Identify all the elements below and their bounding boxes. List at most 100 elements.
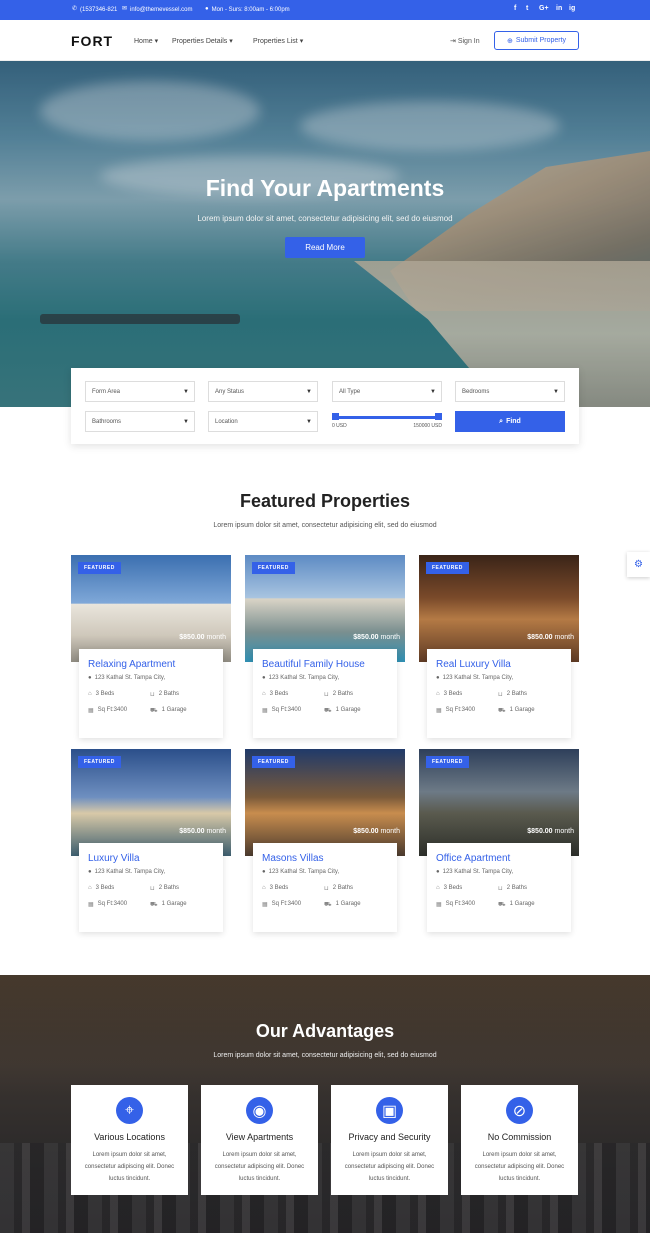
property-image[interactable]: FEATURED $850.00 month <box>419 555 579 662</box>
property-info: Real Luxury Villa ● 123 Kathal St. Tampa C… <box>427 649 571 738</box>
property-image[interactable]: FEATURED $850.00 month <box>419 749 579 856</box>
property-features: ⌂ 3 Beds ⊔ 2 Baths ▦ Sq Ft:3400 ⛟ 1 Garage <box>436 691 562 721</box>
property-name[interactable]: Office Apartment <box>436 853 562 864</box>
bath-icon: ⊔ <box>498 692 503 698</box>
area-grid-icon: ▦ <box>436 708 442 714</box>
find-button[interactable]: ⌕ Find <box>455 411 565 432</box>
hours-text: Mon - Surs: 8:00am - 6:00pm <box>211 6 290 13</box>
property-price: $850.00 month <box>179 634 226 641</box>
linkedin-icon[interactable]: in <box>556 5 562 12</box>
caret-down-icon: ▼ <box>183 419 189 425</box>
property-name[interactable]: Relaxing Apartment <box>88 659 214 670</box>
advantage-description: Lorem ipsum dolor sit amet, consectetur … <box>84 1152 175 1182</box>
caret-down-icon: ▾ <box>229 38 233 45</box>
property-name[interactable]: Luxury Villa <box>88 853 214 864</box>
logo[interactable]: FORT <box>71 33 113 49</box>
featured-badge: FEATURED <box>252 562 295 574</box>
baths-text: 2 Baths <box>506 691 528 697</box>
map-marker-icon: ● <box>88 869 92 875</box>
baths-text: 2 Baths <box>158 885 180 891</box>
property-image[interactable]: FEATURED $850.00 month <box>245 555 405 662</box>
email-info[interactable]: ✉ info@themevessel.com <box>122 6 192 13</box>
twitter-icon[interactable]: t <box>526 5 528 12</box>
menu-properties-details[interactable]: Properties Details ▾ <box>172 37 233 45</box>
area-feature: ▦ Sq Ft:3400 <box>436 707 475 714</box>
submit-property-button[interactable]: ⊕ Submit Property <box>494 31 579 50</box>
garage-text: 1 Garage <box>509 707 535 713</box>
advantage-card: ▣ Privacy and Security Lorem ipsum dolor s… <box>331 1085 448 1195</box>
property-address: ● 123 Kathal St. Tampa City, <box>88 869 214 875</box>
featured-title: Featured Properties <box>239 491 411 511</box>
bath-icon: ⊔ <box>150 692 155 698</box>
area-feature: ▦ Sq Ft:3400 <box>262 707 301 714</box>
map-marker-icon: ● <box>262 869 266 875</box>
area-text: Sq Ft:3400 <box>97 901 128 907</box>
price-value: $850.00 <box>179 634 205 641</box>
baths-text: 2 Baths <box>506 885 528 891</box>
menu-home[interactable]: Home ▾ <box>134 37 158 45</box>
property-info: Luxury Villa ● 123 Kathal St. Tampa City, ⌂… <box>79 843 223 932</box>
property-image[interactable]: FEATURED $850.00 month <box>245 749 405 856</box>
email-text[interactable]: info@themevessel.com <box>130 7 192 13</box>
advantage-description: Lorem ipsum dolor sit amet, consectetur … <box>214 1152 305 1182</box>
instagram-icon[interactable]: ig <box>569 5 575 12</box>
address-text: 123 Kathal St. Tampa City, <box>94 869 166 875</box>
baths-text: 2 Baths <box>332 885 354 891</box>
sign-in-link[interactable]: ⇥ Sign In <box>450 37 480 45</box>
property-card[interactable]: FEATURED $850.00 month Masons Villas ● 123 K… <box>245 749 405 932</box>
property-image[interactable]: FEATURED $850.00 month <box>71 555 231 662</box>
address-text: 123 Kathal St. Tampa City, <box>268 675 340 681</box>
property-card[interactable]: FEATURED $850.00 month Office Apartment ● 12… <box>419 749 579 932</box>
garage-feature: ⛟ 1 Garage <box>150 707 187 715</box>
bathrooms-select[interactable]: Bathrooms ▼ <box>85 411 195 432</box>
property-address: ● 123 Kathal St. Tampa City, <box>262 675 388 681</box>
area-text: Sq Ft:3400 <box>271 901 302 907</box>
location-select[interactable]: Location ▼ <box>208 411 318 432</box>
car-icon: ⛟ <box>150 902 158 908</box>
property-card[interactable]: FEATURED $850.00 month Beautiful Family Ho… <box>245 555 405 738</box>
beds-text: 3 Beds <box>95 885 115 891</box>
price-range-max-handle[interactable] <box>435 413 442 420</box>
read-more-button[interactable]: Read More <box>285 237 365 258</box>
property-card[interactable]: FEATURED $850.00 month Relaxing Apartment ●… <box>71 555 231 738</box>
garage-feature: ⛟ 1 Garage <box>498 707 535 715</box>
top-bar: ✆ (1537346-821 ✉ info@themevessel.com ● Mon… <box>0 0 650 20</box>
gear-icon[interactable]: ⚙ <box>627 552 650 577</box>
beds-text: 3 Beds <box>443 885 463 891</box>
plus-circle-icon: ⊕ <box>506 37 513 45</box>
property-card[interactable]: FEATURED $850.00 month Luxury Villa ● 123 Ka… <box>71 749 231 932</box>
advantage-card: ⊘ No Commission Lorem ipsum dolor sit amet… <box>461 1085 578 1195</box>
status-select[interactable]: Any Status ▼ <box>208 381 318 402</box>
type-select[interactable]: All Type ▼ <box>332 381 442 402</box>
property-info: Office Apartment ● 123 Kathal St. Tampa Ci… <box>427 843 571 932</box>
property-name[interactable]: Real Luxury Villa <box>436 659 562 670</box>
property-image[interactable]: FEATURED $850.00 month <box>71 749 231 856</box>
google-plus-icon[interactable]: G+ <box>539 5 549 12</box>
price-value: $850.00 <box>353 634 379 641</box>
bedrooms-select[interactable]: Bedrooms ▼ <box>455 381 565 402</box>
property-features: ⌂ 3 Beds ⊔ 2 Baths ▦ Sq Ft:3400 ⛟ 1 Garage <box>262 691 388 721</box>
garage-text: 1 Garage <box>335 901 361 907</box>
garage-text: 1 Garage <box>161 707 187 713</box>
caret-down-icon: ▼ <box>306 419 312 425</box>
advantages-section: Our Advantages Lorem ipsum dolor sit ame… <box>0 975 650 1233</box>
beds-feature: ⌂ 3 Beds <box>436 885 462 891</box>
featured-badge: FEATURED <box>426 562 469 574</box>
price-range-min-handle[interactable] <box>332 413 339 420</box>
property-name[interactable]: Beautiful Family House <box>262 659 388 670</box>
property-price: $850.00 month <box>353 634 400 641</box>
menu-home-label: Home <box>134 38 153 45</box>
area-grid-icon: ▦ <box>262 902 268 908</box>
property-features: ⌂ 3 Beds ⊔ 2 Baths ▦ Sq Ft:3400 ⛟ 1 Garage <box>436 885 562 915</box>
property-name[interactable]: Masons Villas <box>262 853 388 864</box>
caret-down-icon: ▼ <box>553 389 559 395</box>
map-marker-icon: ● <box>262 675 266 681</box>
price-period: month <box>554 828 574 835</box>
beds-text: 3 Beds <box>269 885 289 891</box>
facebook-icon[interactable]: f <box>514 5 516 12</box>
area-select[interactable]: Form Area ▼ <box>85 381 195 402</box>
menu-properties-list[interactable]: Properties List ▾ <box>253 37 303 45</box>
property-features: ⌂ 3 Beds ⊔ 2 Baths ▦ Sq Ft:3400 ⛟ 1 Garage <box>262 885 388 915</box>
property-card[interactable]: FEATURED $850.00 month Real Luxury Villa ● 1… <box>419 555 579 738</box>
property-price: $850.00 month <box>179 828 226 835</box>
